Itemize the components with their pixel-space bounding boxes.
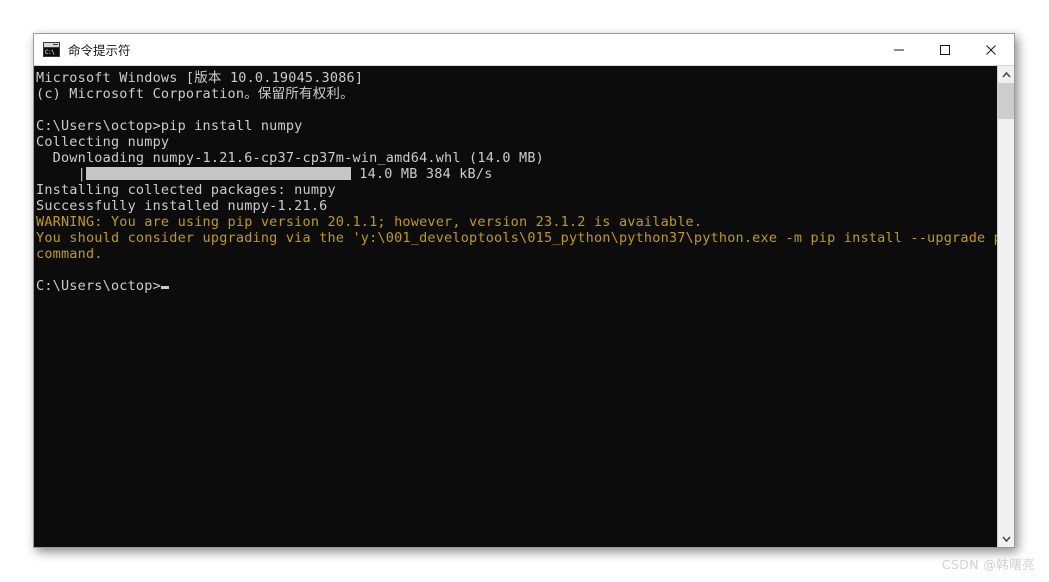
console-prompt-line: C:\Users\octop> — [36, 278, 997, 294]
console-progress-line: | 14.0 MB 384 kB/s — [36, 166, 997, 182]
console-warning-line: WARNING: You are using pip version 20.1.… — [36, 214, 703, 230]
maximize-button[interactable] — [922, 34, 968, 66]
console-area: Microsoft Windows [版本 10.0.19045.3086] (c… — [34, 66, 1014, 547]
chevron-down-icon — [1001, 535, 1011, 542]
progress-prefix: | — [36, 166, 86, 182]
console-scrollbar[interactable] — [997, 66, 1014, 547]
console-line: Collecting numpy — [36, 134, 170, 150]
progress-status-text: 14.0 MB 384 kB/s — [350, 166, 493, 182]
minimize-icon — [894, 49, 904, 50]
cmd-icon-text: C:\ — [44, 48, 59, 56]
watermark: CSDN @韩曙亮 — [941, 557, 1035, 572]
prompt-text: C:\Users\octop> — [36, 278, 161, 294]
console-warning-line: You should consider upgrading via the 'y… — [36, 230, 997, 246]
maximize-icon — [940, 44, 950, 55]
scrollbar-track[interactable] — [998, 83, 1014, 530]
console-line: Successfully installed numpy-1.21.6 — [36, 198, 328, 214]
console-line: Downloading numpy-1.21.6-cp37-cp37m-win_… — [36, 150, 544, 166]
screenshot-root: C:\ 命令提示符 Microsoft Windows [版本 10.0.190… — [0, 0, 1049, 582]
window-controls — [876, 34, 1014, 66]
close-button[interactable] — [968, 34, 1014, 66]
console-output[interactable]: Microsoft Windows [版本 10.0.19045.3086] (c… — [34, 66, 997, 547]
console-line: Microsoft Windows [版本 10.0.19045.3086] — [36, 70, 364, 86]
command-prompt-window: C:\ 命令提示符 Microsoft Windows [版本 10.0.190… — [33, 33, 1015, 548]
scrollbar-thumb[interactable] — [998, 83, 1014, 119]
console-line: C:\Users\octop>pip install numpy — [36, 118, 303, 134]
close-icon — [986, 44, 996, 55]
download-progress-bar — [85, 167, 351, 180]
console-line: Installing collected packages: numpy — [36, 182, 336, 198]
text-cursor — [160, 286, 169, 289]
scrollbar-down-button[interactable] — [998, 530, 1014, 547]
scrollbar-up-button[interactable] — [998, 66, 1014, 83]
console-line: (c) Microsoft Corporation。保留所有权利。 — [36, 86, 354, 102]
window-titlebar[interactable]: C:\ 命令提示符 — [34, 34, 1014, 66]
cmd-icon: C:\ — [43, 42, 60, 57]
window-title: 命令提示符 — [68, 43, 131, 58]
minimize-button[interactable] — [876, 34, 922, 66]
chevron-up-icon — [1001, 71, 1011, 78]
titlebar-left: C:\ 命令提示符 — [34, 40, 876, 59]
console-warning-line: command. — [36, 246, 103, 262]
